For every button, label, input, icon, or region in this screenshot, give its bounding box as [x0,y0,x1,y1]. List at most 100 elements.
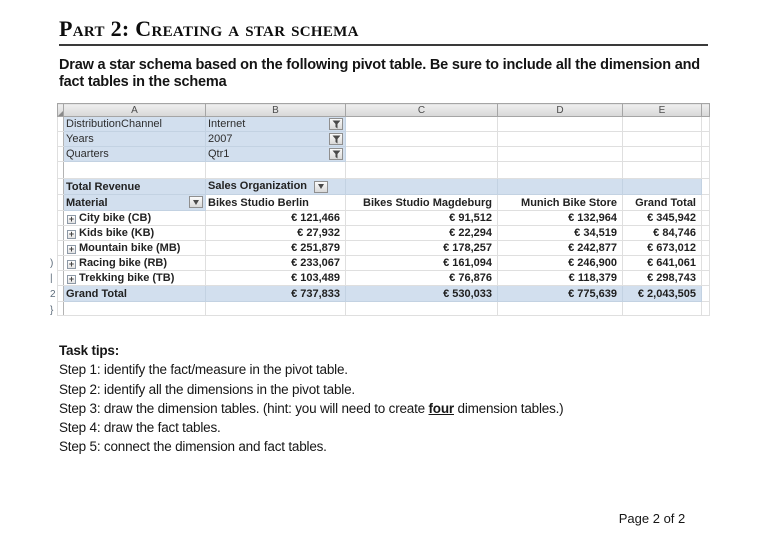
grand-total-row: Grand Total € 737,833 € 530,033 € 775,63… [57,285,710,302]
step-text: Step 2: identify all the dimensions in t… [59,381,355,397]
filter-row: Quarters Qtr1 [57,146,710,162]
empty-cell [701,255,710,271]
value-cell: € 775,639 [497,285,623,302]
filter-button[interactable] [329,118,343,130]
column-dimension-dropdown-button[interactable] [314,180,329,193]
filter-button[interactable] [329,133,343,145]
empty-cell [345,146,498,162]
intro-paragraph: Draw a star schema based on the followin… [59,57,719,91]
filter-value: Internet [208,118,246,130]
row-label-mountain-bike: + Mountain bike (MB) [63,240,206,256]
row-label-text: Kids bike (KB) [79,227,155,239]
row-label-text: Racing bike (RB) [79,257,168,269]
expand-icon[interactable]: + [67,245,76,254]
funnel-icon [332,135,340,143]
empty-cell [701,178,710,195]
column-letter-e[interactable]: E [622,103,702,117]
value-cell: € 34,519 [497,225,623,241]
step-highlight-text: four [428,400,455,416]
empty-cell [701,116,710,132]
value-cell: € 118,379 [497,270,623,286]
empty-cell [205,161,346,179]
step-text: Step 1: identify the fact/measure in the… [59,362,348,378]
empty-cell [622,161,702,179]
chevron-down-icon [193,199,199,205]
filter-value: 2007 [208,133,233,145]
empty-cell [497,116,623,132]
empty-cell [701,240,710,256]
row-label-racing-bike: + Racing bike (RB) [63,255,206,271]
funnel-icon [332,120,340,128]
grand-total-label: Grand Total [63,285,206,302]
expand-icon[interactable]: + [67,215,76,224]
empty-cell [622,131,702,147]
step-2: Step 2: identify all the dimensions in t… [59,380,719,399]
empty-cell [345,131,498,147]
empty-cell [701,194,710,211]
measure-label: Total Revenue [63,178,206,195]
expand-icon[interactable]: + [67,260,76,269]
empty-cell [63,301,206,316]
empty-cell [345,161,498,179]
empty-cell [497,146,623,162]
column-letter-c[interactable]: C [345,103,498,117]
filter-value-cell: Internet [205,116,346,132]
clipped-row-number: | [50,273,53,284]
value-cell: € 91,512 [345,210,498,226]
empty-cell [63,161,206,179]
clipped-row-number: 2 [50,289,56,300]
value-cell: € 251,879 [205,240,346,256]
empty-cell [497,301,623,316]
select-all-corner[interactable] [57,103,64,117]
filter-field-distributionchannel: DistributionChannel [63,116,206,132]
row-dimension-dropdown-button[interactable] [189,196,203,208]
page-title: Part 2: Creating a star schema [59,16,359,41]
filter-field-quarters: Quarters [63,146,206,162]
row-label-trekking-bike: + Trekking bike (TB) [63,270,206,286]
empty-cell [497,161,623,179]
step-text: Step 4: draw the fact tables. [59,420,221,436]
value-cell: € 178,257 [345,240,498,256]
column-header-munich: Munich Bike Store [497,194,623,211]
clipped-row-number: } [50,305,54,316]
empty-cell [701,270,710,286]
table-row: + Mountain bike (MB) € 251,879 € 178,257 … [57,240,710,256]
table-row: + City bike (CB) € 121,466 € 91,512 € 132… [57,210,710,226]
row-label-text: Trekking bike (TB) [79,272,175,284]
row-dimension-label: Material [66,196,108,209]
empty-cell [497,178,623,195]
page-number: Page 2 of 2 [618,511,686,526]
row-label-city-bike: + City bike (CB) [63,210,206,226]
step-text: dimension tables.) [453,400,564,416]
value-cell: € 242,877 [497,240,623,256]
value-cell: € 246,900 [497,255,623,271]
filter-button[interactable] [329,148,343,160]
table-row: + Racing bike (RB) € 233,067 € 161,094 € … [57,255,710,271]
column-letter-a[interactable]: A [63,103,206,117]
pivot-table: A B C D E DistributionChannel Internet Y… [57,103,710,316]
clipped-row-number: ) [50,258,54,269]
empty-cell [622,301,702,316]
column-header-grand-total: Grand Total [622,194,702,211]
column-letter-b[interactable]: B [205,103,346,117]
empty-cell [622,146,702,162]
empty-cell [622,116,702,132]
row-label-kids-bike: + Kids bike (KB) [63,225,206,241]
column-letter-d[interactable]: D [497,103,623,117]
step-3: Step 3: draw the dimension tables. (hint… [59,399,719,418]
blank-row [57,161,710,179]
value-cell: € 673,012 [622,240,702,256]
step-text: Step 5: connect the dimension and fact t… [59,439,327,455]
value-cell: € 345,942 [622,210,702,226]
value-cell: € 530,033 [345,285,498,302]
pivot-table-screenshot: ) | 2 } A B C D E DistributionChannel In… [50,103,717,316]
value-cell: € 161,094 [345,255,498,271]
expand-icon[interactable]: + [67,275,76,284]
filter-value-cell: Qtr1 [205,146,346,162]
chevron-down-icon [318,184,325,190]
column-headers-row: Material Bikes Studio Berlin Bikes Studi… [57,194,710,211]
value-cell: € 84,746 [622,225,702,241]
column-letter-stub [701,103,710,117]
expand-icon[interactable]: + [67,230,76,239]
empty-cell [701,146,710,162]
